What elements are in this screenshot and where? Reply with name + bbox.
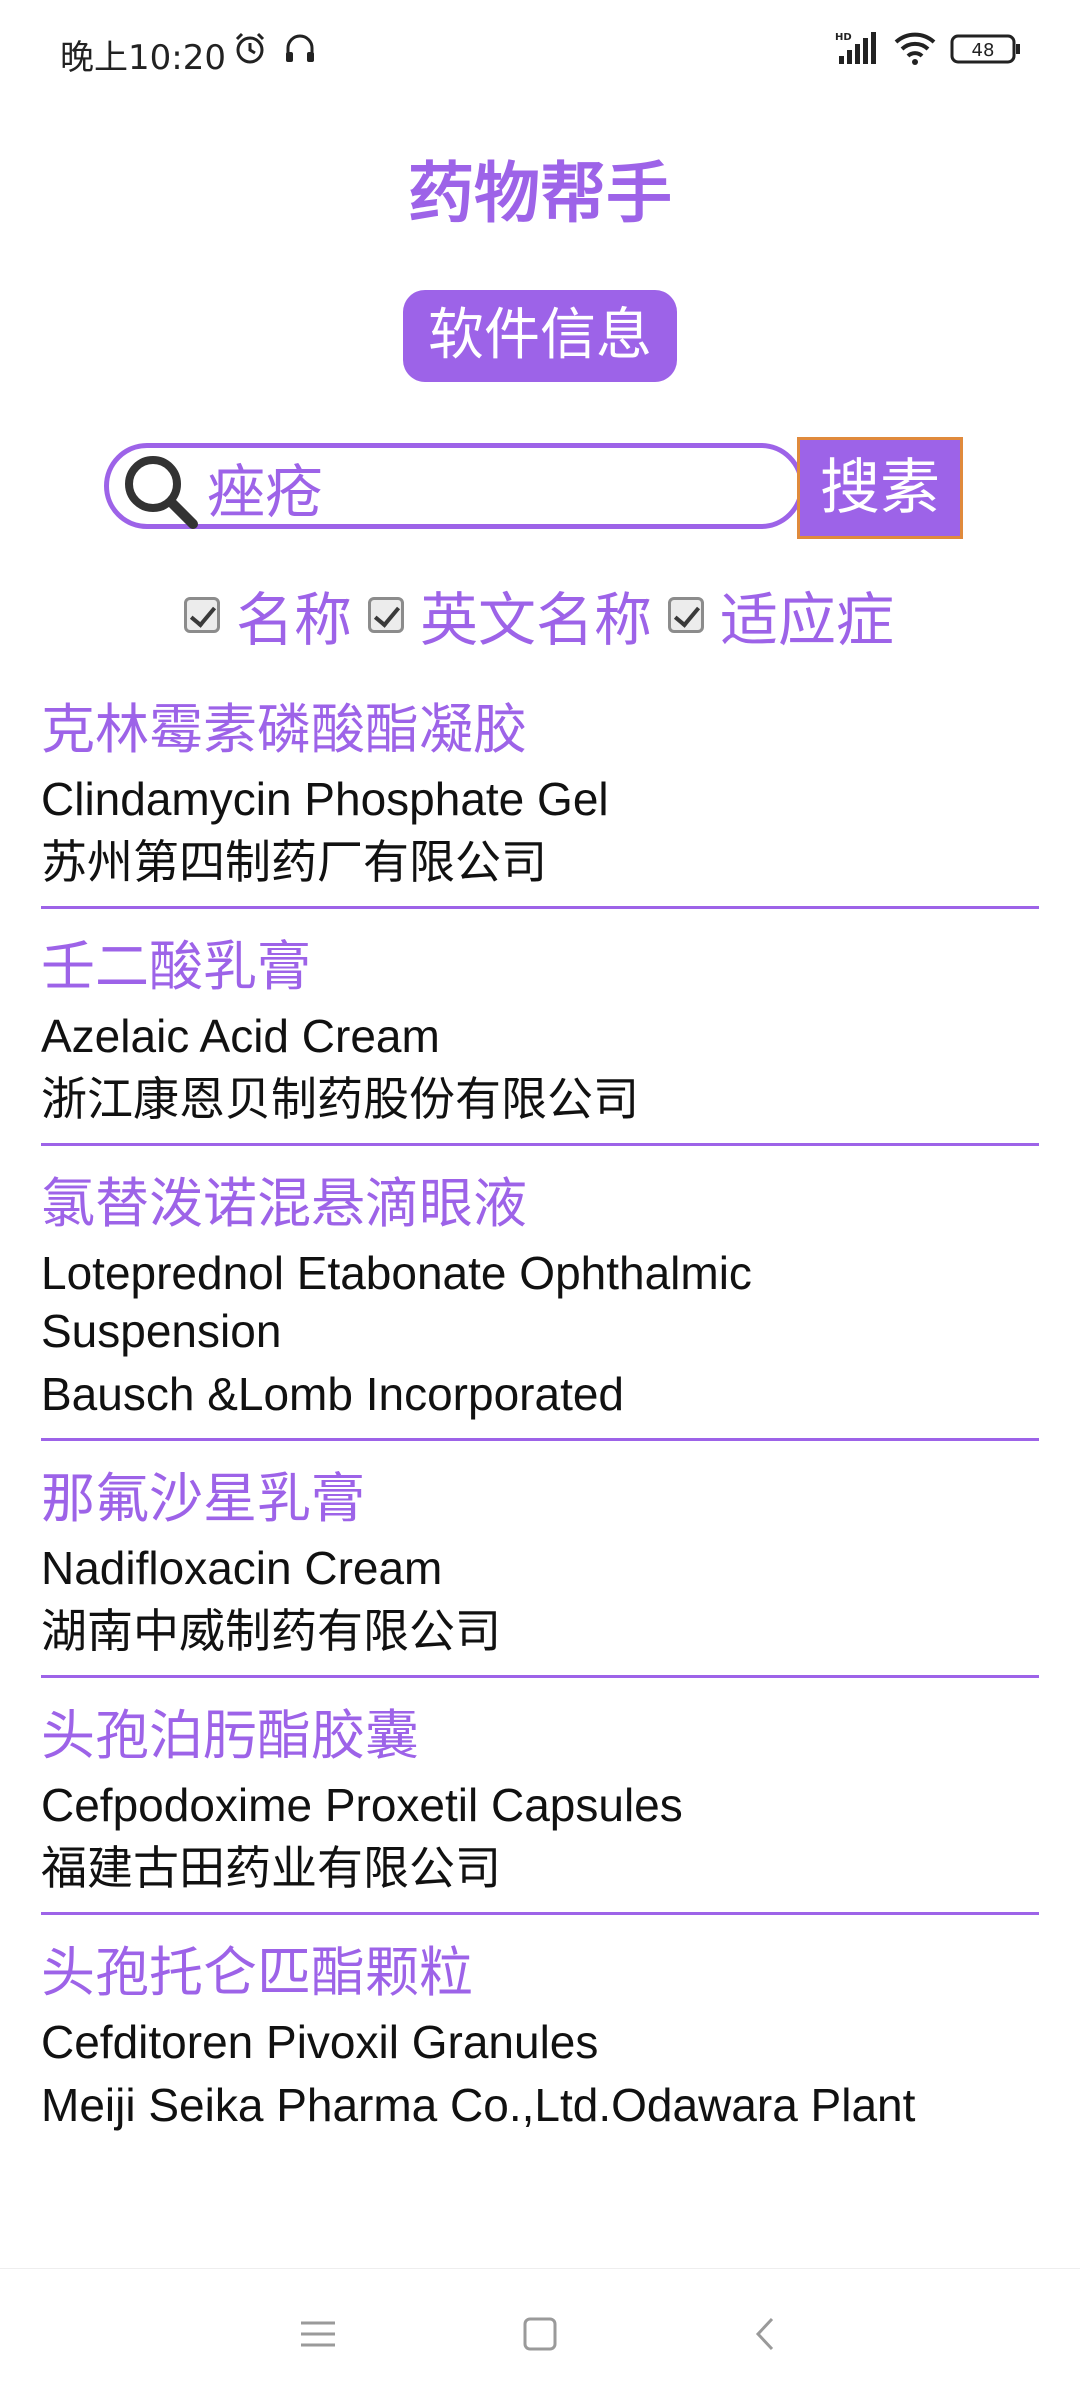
drug-english-name: Cefpodoxime Proxetil Capsules <box>41 1779 683 1831</box>
wifi-icon <box>893 30 937 70</box>
list-item[interactable]: 壬二酸乳膏 Azelaic Acid Cream 浙江康恩贝制药股份有限公司 <box>41 927 1039 1146</box>
status-time: 晚上10:20 <box>60 38 226 78</box>
drug-company: Bausch &Lomb Incorporated <box>41 1368 625 1420</box>
drug-name: 头孢泊肟酯胶囊 <box>41 1704 419 1767</box>
drug-name: 头孢托仑匹酯颗粒 <box>41 1941 473 2004</box>
headphones-icon <box>282 30 318 70</box>
drug-name: 那氟沙星乳膏 <box>41 1467 365 1530</box>
hd-signal-icon: HD <box>835 30 879 70</box>
list-item[interactable]: 那氟沙星乳膏 Nadifloxacin Cream 湖南中威制药有限公司 <box>41 1459 1039 1678</box>
svg-text:HD: HD <box>835 32 852 43</box>
drug-company: Meiji Seika Pharma Co.,Ltd.Odawara Plant <box>41 2079 916 2131</box>
drug-company: 浙江康恩贝制药股份有限公司 <box>41 1073 639 1125</box>
drug-name: 克林霉素磷酸酯凝胶 <box>41 698 527 761</box>
filter-english-name[interactable]: 英文名称 <box>368 573 652 657</box>
filter-indication-checkbox[interactable] <box>668 597 705 633</box>
filter-indication[interactable]: 适应症 <box>668 573 894 657</box>
drug-english-name: Azelaic Acid Cream <box>41 1010 440 1062</box>
filter-english-name-checkbox[interactable] <box>368 597 405 633</box>
software-info-button[interactable]: 软件信息 <box>403 290 677 382</box>
app-title: 药物帮手 <box>408 155 672 232</box>
drug-english-name: Nadifloxacin Cream <box>41 1542 443 1594</box>
filter-name-label: 名称 <box>236 586 353 654</box>
search-icon <box>121 452 201 532</box>
list-item[interactable]: 氯替泼诺混悬滴眼液 Loteprednol Etabonate Ophthalm… <box>41 1164 1039 1441</box>
list-item[interactable]: 头孢泊肟酯胶囊 Cefpodoxime Proxetil Capsules 福建… <box>41 1696 1039 1915</box>
search-input[interactable] <box>207 452 787 522</box>
filter-name-checkbox[interactable] <box>184 597 220 633</box>
drug-english-name: Clindamycin Phosphate Gel <box>41 773 609 825</box>
navigation-bar <box>0 2268 1080 2401</box>
home-icon[interactable] <box>515 2309 565 2359</box>
drug-name: 壬二酸乳膏 <box>41 935 311 998</box>
filter-english-name-label: 英文名称 <box>420 586 653 654</box>
status-bar: 晚上10:20 HD 48 <box>0 0 1080 100</box>
filter-indication-label: 适应症 <box>720 586 895 654</box>
battery-icon: 48 <box>950 30 1022 70</box>
drug-company: 福建古田药业有限公司 <box>41 1842 501 1894</box>
drug-english-name: Loteprednol Etabonate Ophthalmic Suspens… <box>41 1247 752 1357</box>
menu-icon[interactable] <box>293 2309 343 2359</box>
drug-name: 氯替泼诺混悬滴眼液 <box>41 1172 527 1235</box>
drug-list: 克林霉素磷酸酯凝胶 Clindamycin Phosphate Gel 苏州第四… <box>41 690 1039 2167</box>
drug-english-name: Cefditoren Pivoxil Granules <box>41 2016 599 2068</box>
search-button[interactable]: 搜素 <box>797 437 963 539</box>
filter-name[interactable]: 名称 <box>184 573 352 657</box>
filter-row: 名称 英文名称 适应症 <box>184 575 910 655</box>
list-item[interactable]: 克林霉素磷酸酯凝胶 Clindamycin Phosphate Gel 苏州第四… <box>41 690 1039 909</box>
back-icon[interactable] <box>742 2309 792 2359</box>
alarm-icon <box>232 30 268 70</box>
drug-company: 苏州第四制药厂有限公司 <box>41 836 547 888</box>
search-box[interactable] <box>104 443 804 529</box>
list-item[interactable]: 头孢托仑匹酯颗粒 Cefditoren Pivoxil Granules Mei… <box>41 1933 1039 2149</box>
drug-company: 湖南中威制药有限公司 <box>41 1605 501 1657</box>
svg-text:48: 48 <box>972 40 995 61</box>
